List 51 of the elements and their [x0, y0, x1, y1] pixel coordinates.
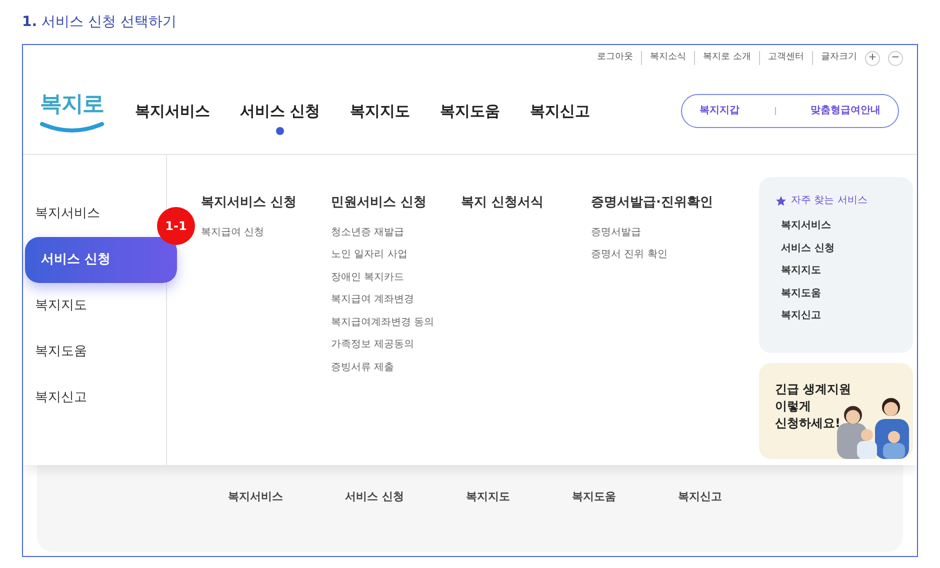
banner-text: 이렇게: [775, 398, 812, 415]
pill-link[interactable]: 맞춤형급여안내: [810, 103, 880, 118]
bottom-nav-link[interactable]: 서비스 신청: [345, 489, 404, 552]
bottom-nav-link[interactable]: 복지도움: [572, 489, 616, 552]
side-menu-item[interactable]: 서비스 신청: [25, 237, 177, 283]
main-nav-tab[interactable]: 복지지도: [350, 100, 410, 135]
banner[interactable]: 긴급 생계지원 이렇게 신청하세요!: [759, 363, 913, 459]
utility-link[interactable]: 로그아웃: [589, 51, 634, 65]
frequent-service-link[interactable]: 복지도움: [781, 286, 913, 302]
step-badge: 1-1: [157, 207, 195, 245]
menu-column-title: 증명서발급·진위확인: [591, 194, 714, 212]
banner-text: 긴급 생계지원: [775, 381, 852, 398]
main-nav-tab[interactable]: 복지도움: [440, 100, 500, 135]
frequent-service-link[interactable]: 복지지도: [781, 263, 913, 280]
menu-link[interactable]: 청소년증 재발급: [331, 224, 461, 240]
frequent-service-link[interactable]: 서비스 신청: [781, 240, 913, 257]
menu-link[interactable]: 증명서 진위 확인: [591, 247, 759, 262]
side-menu-item[interactable]: 복지도움: [23, 329, 95, 375]
side-menu-item[interactable]: 복지서비스: [23, 191, 108, 237]
font-increase-button[interactable]: +: [865, 50, 880, 66]
bottom-nav-link[interactable]: 복지지도: [466, 489, 510, 552]
main-nav-tab[interactable]: 복지서비스: [135, 100, 210, 135]
menu-link[interactable]: 복지급여 계좌변경: [331, 292, 461, 308]
section-heading: 1. 서비스 신청 선택하기: [22, 12, 176, 32]
banner-text: 신청하세요!: [775, 415, 842, 432]
menu-column-title: 복지서비스 신청: [201, 194, 298, 212]
star-icon: [775, 194, 787, 206]
utility-link[interactable]: 고객센터: [759, 51, 804, 65]
menu-link[interactable]: 증명서발급: [591, 224, 759, 240]
menu-link[interactable]: 가족정보 제공동의: [331, 337, 461, 352]
font-size-label: 글자크기: [812, 51, 857, 65]
main-nav-tab[interactable]: 복지신고: [530, 100, 590, 135]
bottom-nav-link[interactable]: 복지신고: [678, 489, 722, 552]
menu-column-title: 민원서비스 신청: [331, 194, 428, 212]
bottom-nav-link[interactable]: 복지서비스: [228, 489, 284, 552]
side-menu-item[interactable]: 복지지도: [23, 283, 95, 329]
utility-link[interactable]: 복지로 소개: [694, 51, 751, 65]
menu-column-title: 복지 신청서식: [461, 194, 545, 212]
menu-link[interactable]: 복지급여계좌변경 동의: [331, 314, 461, 330]
panel-title: 자주 찾는 서비스: [791, 194, 868, 208]
frequent-service-link[interactable]: 복지서비스: [781, 218, 913, 234]
menu-link[interactable]: 증빙서류 제출: [331, 360, 461, 375]
menu-link[interactable]: 노인 일자리 사업: [331, 247, 461, 262]
menu-link[interactable]: 장애인 복지카드: [331, 270, 461, 285]
utility-link[interactable]: 복지소식: [641, 51, 686, 65]
font-decrease-button[interactable]: −: [888, 50, 903, 66]
pill-link[interactable]: 복지지갑: [700, 103, 740, 118]
menu-link[interactable]: 복지급여 신청: [201, 224, 331, 240]
side-menu-item[interactable]: 복지신고: [23, 375, 95, 421]
main-nav-tab[interactable]: 서비스 신청: [240, 100, 320, 135]
frequent-service-link[interactable]: 복지신고: [781, 308, 913, 324]
